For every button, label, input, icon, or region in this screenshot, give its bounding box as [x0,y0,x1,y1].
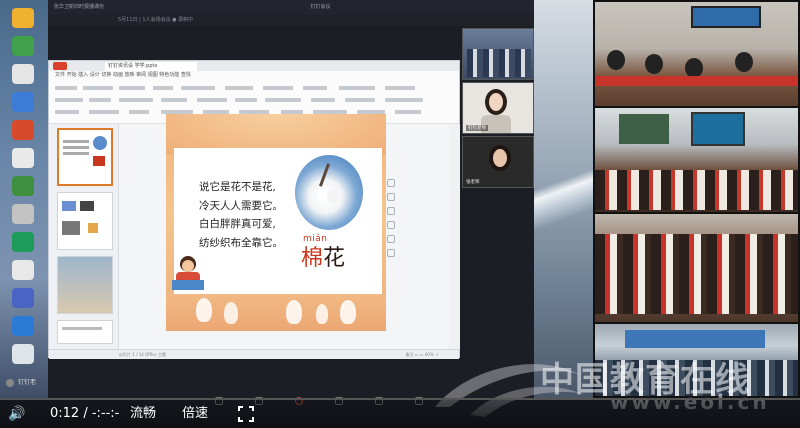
poem-line: 白白胖胖真可爱, [199,218,276,230]
fullscreen-icon[interactable] [238,406,254,422]
video-player-bar [0,398,800,428]
meeting-info-bar: 5月11日 | 1人会场会议 ● 录制中 [48,14,593,26]
meeting-titlebar: 张华卫新旧时报播课份 钉钉会议 — ❐ ✕ [48,0,593,14]
slide-thumbnails[interactable] [49,124,119,349]
ppt-statusbar: 幻灯片 1 / 14 Office 主题 备注 ▭ ▭ 60% ＋ [49,349,459,359]
settings-icon[interactable] [387,249,395,257]
poem-line: 冷天人人需要它。 [199,199,283,212]
word-label: 棉花 [301,246,345,272]
zoom-icon[interactable] [387,179,395,187]
cotton-image [295,155,363,230]
participant-name: 张老师 [466,180,480,185]
participant-video[interactable]: 钉钉老师 [462,82,534,134]
desktop-icon[interactable] [12,288,34,308]
slide-thumbnail[interactable] [57,128,113,186]
volume-icon[interactable]: 🔊 [8,405,26,423]
desktop-icon[interactable] [12,120,34,140]
classroom-video[interactable] [595,214,798,322]
participant-video[interactable] [462,28,534,80]
desktop-icon[interactable] [12,204,34,224]
desktop-strip [0,0,48,398]
desktop-icon[interactable] [12,232,34,252]
slide-thumbnail[interactable] [57,320,113,344]
desktop-icon[interactable] [12,64,34,84]
layout-icon[interactable] [387,221,395,229]
ppt-document-tab[interactable]: 钉钉资讯设 学学.pptx [105,62,197,71]
classroom-video[interactable] [595,108,798,212]
room-info: 5月11日 | 1人会场会议 ● 录制中 [118,17,194,23]
desktop-icon[interactable] [12,148,34,168]
format-icon[interactable] [387,235,395,243]
desktop-icon[interactable] [12,260,34,280]
slide-side-toolbar[interactable] [385,179,397,299]
slide-thumbnail[interactable] [57,256,113,314]
ppt-tabbar: 钉钉资讯设 学学.pptx [49,61,459,71]
classroom-video[interactable] [595,2,798,106]
pinyin-label: mián [303,234,328,244]
ppt-menu-items[interactable]: 文件 开始 插入 设计 切换 动画 放映 审阅 视图 特色功能 查找 [55,71,191,80]
desktop-icon[interactable] [12,36,34,56]
classroom-video-grid [593,0,800,398]
shape-icon[interactable] [387,193,395,201]
wps-logo-icon[interactable] [53,62,67,70]
speed-button[interactable]: 倍速 [182,404,208,424]
desktop-icon[interactable] [12,92,34,112]
ppt-menu-bar[interactable]: 文件 开始 插入 设计 切换 动画 放映 审阅 视图 特色功能 查找 [49,71,459,80]
slide-thumbnail[interactable] [57,192,113,250]
desktop-icon[interactable] [12,176,34,196]
desktop-icon[interactable] [12,344,34,364]
poem-line: 纺纱织布全靠它。 [199,236,283,249]
poem-line: 说它是花不是花, [199,181,276,193]
meeting-background [534,0,593,398]
progress-bar[interactable] [0,398,800,400]
participant-column: 钉钉老师 张老师 [462,28,534,198]
mic-icon [6,379,14,387]
time-display: 0:12 / -:--:- [50,406,120,421]
desktop-icon[interactable] [12,316,34,336]
word-char-1: 棉 [301,246,324,271]
meeting-title: 钉钉会议 [310,4,331,10]
meeting-screen: 张华卫新旧时报播课份 钉钉会议 — ❐ ✕ 5月11日 | 1人会场会议 ● 录… [0,0,800,428]
student-reading-illustration [170,254,206,294]
slide-poem: 说它是花不是花, 冷天人人需要它。 白白胖胖真可爱, 纺纱织布全靠它。 [199,178,295,252]
pen-icon[interactable] [387,207,395,215]
participant-video[interactable]: 张老师 [462,136,534,188]
word-char-2: 花 [323,246,346,271]
desktop-icon[interactable] [12,8,34,28]
quality-button[interactable]: 流畅 [130,404,156,424]
participant-name: 钉钉老师 [466,125,488,131]
ppt-scrollbar[interactable] [449,124,460,349]
status-left: 幻灯片 1 / 14 Office 主题 [119,352,167,357]
speaker-label: 钉钉老 [4,376,46,390]
